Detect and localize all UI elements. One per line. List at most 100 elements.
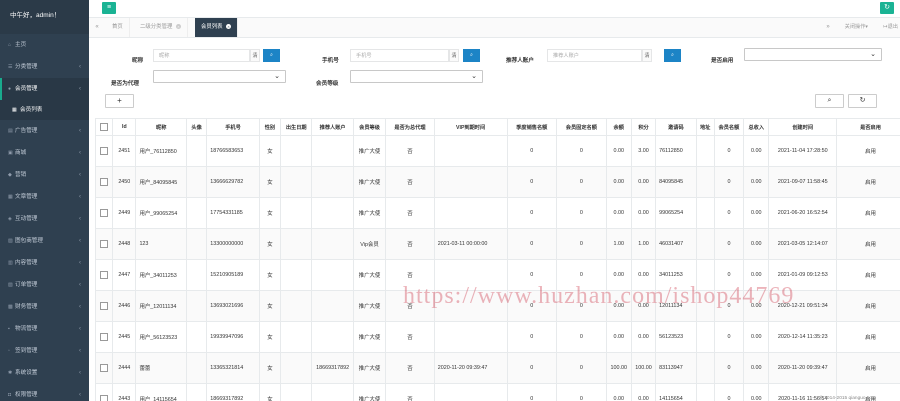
row-checkbox-cell[interactable] bbox=[95, 352, 114, 384]
row-checkbox-cell[interactable] bbox=[95, 321, 114, 353]
sidebar-item-2[interactable]: ● 会员管理 ‹ bbox=[0, 78, 89, 100]
tab-member-list[interactable]: 会员列表 × bbox=[195, 18, 239, 37]
tab-category[interactable]: 二级分类管理 × bbox=[134, 18, 188, 37]
phone-input[interactable]: 手机号 bbox=[350, 49, 449, 62]
phone-clear-button[interactable]: 清 bbox=[449, 49, 459, 62]
row-checkbox-cell[interactable] bbox=[95, 383, 114, 401]
sidebar-item-label: 营销 bbox=[15, 172, 27, 178]
sidebar-item-4[interactable]: ▣ 商城 ‹ bbox=[0, 142, 89, 164]
table-row[interactable]: 2443 用户_14115654 18669317892 女推广大使否 0 0 0.00 0.… bbox=[95, 383, 900, 401]
search-icon: ⌕ bbox=[827, 97, 832, 104]
nickname-input[interactable]: 昵称 bbox=[153, 49, 250, 62]
sidebar-item-5[interactable]: ◆ 营销 ‹ bbox=[0, 164, 89, 186]
table-cell bbox=[695, 383, 715, 401]
sidebar-item-9[interactable]: ▥ 内容管理 ‹ bbox=[0, 252, 89, 274]
column-header[interactable] bbox=[95, 118, 114, 136]
exit-button[interactable]: ↦退出 bbox=[883, 18, 898, 37]
table-row[interactable]: 2450 用户_84095845 13666629782 女推广大使否 0 0 0.00 0.… bbox=[95, 166, 900, 198]
sidebar-item-1[interactable]: ☰ 分类管理 ‹ bbox=[0, 56, 89, 78]
refresh-page-button[interactable]: ↻ bbox=[880, 2, 894, 14]
nickname-clear-button[interactable]: 清 bbox=[250, 49, 260, 62]
sidebar-item-3[interactable]: ▤ 广告管理 ‹ bbox=[0, 120, 89, 142]
sidebar-item-14[interactable]: ✱ 系统设置 ‹ bbox=[0, 362, 89, 384]
row-checkbox[interactable] bbox=[100, 271, 109, 279]
add-member-button[interactable]: + bbox=[105, 94, 134, 108]
sidebar-item-0[interactable]: ⌂ 主页 bbox=[0, 34, 89, 56]
nickname-search-button[interactable]: ⌕ bbox=[263, 49, 280, 62]
table-row[interactable]: 2449 用户_99065254 17754331185 女推广大使否 0 0 0.00 0.… bbox=[95, 197, 900, 229]
close-tab-icon[interactable]: × bbox=[226, 24, 232, 29]
select-all-checkbox[interactable] bbox=[100, 123, 109, 131]
table-cell: 0 bbox=[506, 352, 558, 384]
sidebar-item-7[interactable]: ◈ 互动管理 ‹ bbox=[0, 208, 89, 230]
table-cell: 0 bbox=[556, 135, 607, 167]
sidebar-item-label: 主页 bbox=[15, 42, 27, 48]
row-checkbox[interactable] bbox=[100, 178, 109, 186]
row-checkbox-cell[interactable] bbox=[95, 259, 114, 291]
sidebar-item-15[interactable]: ◘ 权限管理 ‹ bbox=[0, 384, 89, 401]
row-checkbox[interactable] bbox=[100, 240, 109, 248]
row-checkbox[interactable] bbox=[100, 302, 109, 310]
row-checkbox[interactable] bbox=[100, 364, 109, 372]
menu-toggle-button[interactable]: ≡ bbox=[102, 2, 116, 14]
row-checkbox[interactable] bbox=[100, 209, 109, 217]
row-checkbox-cell[interactable] bbox=[95, 197, 114, 229]
table-cell: 否 bbox=[385, 135, 435, 167]
tab-scroll-right-button[interactable]: » bbox=[822, 18, 834, 37]
close-tab-icon[interactable]: × bbox=[175, 24, 181, 29]
sidebar-item-8[interactable]: ▧ 图包商管理 ‹ bbox=[0, 230, 89, 252]
column-header: 创建时间 bbox=[768, 118, 838, 136]
nickname-label: 昵称 bbox=[132, 58, 144, 64]
chevron-left-icon: ‹ bbox=[79, 64, 81, 70]
chevron-left-icon: ‹ bbox=[79, 150, 81, 156]
table-cell: 2449 bbox=[112, 197, 137, 229]
referrer-clear-button[interactable]: 清 bbox=[642, 49, 652, 62]
phone-search-button[interactable]: ⌕ bbox=[463, 49, 480, 62]
refresh-button[interactable]: ↻ bbox=[848, 94, 877, 108]
referrer-search-button[interactable]: ⌕ bbox=[664, 49, 681, 62]
table-cell: 用户_14115654 bbox=[135, 383, 187, 401]
sidebar-item-label: 财务管理 bbox=[15, 304, 38, 310]
row-checkbox-cell[interactable] bbox=[95, 135, 114, 167]
search-button[interactable]: ⌕ bbox=[815, 94, 844, 108]
table-cell bbox=[311, 321, 354, 353]
table-cell: 用户_99065254 bbox=[135, 197, 187, 229]
sidebar-item-13[interactable]: ▫ 签到管理 ‹ bbox=[0, 340, 89, 362]
row-checkbox-cell[interactable] bbox=[95, 166, 114, 198]
chevron-left-icon: ‹ bbox=[79, 392, 81, 398]
row-checkbox-cell[interactable] bbox=[95, 290, 114, 322]
table-cell: 2451 bbox=[112, 135, 137, 167]
referrer-input[interactable]: 推荐人账户 bbox=[547, 49, 642, 62]
close-ops-dropdown[interactable]: 关闭操作▾ bbox=[845, 18, 868, 37]
sidebar-item-11[interactable]: ▩ 财务管理 ‹ bbox=[0, 296, 89, 318]
agent-select[interactable]: ⌄ bbox=[153, 70, 286, 83]
column-header: 会员等级 bbox=[352, 118, 387, 136]
tab-scroll-left-button[interactable]: « bbox=[89, 18, 105, 37]
row-checkbox[interactable] bbox=[100, 333, 109, 341]
tab-home[interactable]: 首页 bbox=[106, 18, 130, 37]
sidebar-item-12[interactable]: ▪ 物流管理 ‹ bbox=[0, 318, 89, 340]
sidebar-item-6[interactable]: ▦ 文章管理 ‹ bbox=[0, 186, 89, 208]
table-row[interactable]: 2451 用户_76112850 18766583653 女推广大使否 0 0 0.00 3.… bbox=[95, 135, 900, 167]
table-row[interactable]: 2445 用户_56123523 19939947096 女推广大使否 0 0 0.00 0.… bbox=[95, 321, 900, 353]
table-cell bbox=[695, 228, 715, 260]
table-cell: 女 bbox=[258, 290, 282, 322]
enabled-select[interactable]: ⌄ bbox=[744, 48, 882, 61]
table-cell bbox=[185, 290, 208, 322]
row-checkbox[interactable] bbox=[100, 147, 109, 155]
table-cell: 0.00 bbox=[743, 352, 770, 384]
order-icon: ▨ bbox=[8, 282, 13, 288]
table-cell: 0.00 bbox=[605, 166, 632, 198]
sidebar-item-10[interactable]: ▨ 订单管理 ‹ bbox=[0, 274, 89, 296]
sidebar-subitem-member-list[interactable]: ▦ 会员列表 bbox=[0, 100, 89, 120]
member-table: Id 昵称 头像 手机号 性别 出生日期 推荐人账户 会员等级 是否为总代理 VIP到期时间 季度销… bbox=[95, 118, 900, 401]
row-checkbox[interactable] bbox=[100, 395, 109, 401]
member-level-select[interactable]: ⌄ bbox=[350, 70, 483, 83]
table-row[interactable]: 2444 蕾蕾 13365321814 女 18669317892 推广大使否 2020-1… bbox=[95, 352, 900, 384]
table-cell: 女 bbox=[258, 166, 282, 198]
row-checkbox-cell[interactable] bbox=[95, 228, 114, 260]
table-cell: 0 bbox=[506, 135, 558, 167]
table-cell: 推广大使 bbox=[352, 352, 387, 384]
table-cell: 启用 bbox=[836, 321, 900, 353]
table-row[interactable]: 2448 123 13300000000 女 Vip会员否 2021-03-11 00:0… bbox=[95, 228, 900, 260]
